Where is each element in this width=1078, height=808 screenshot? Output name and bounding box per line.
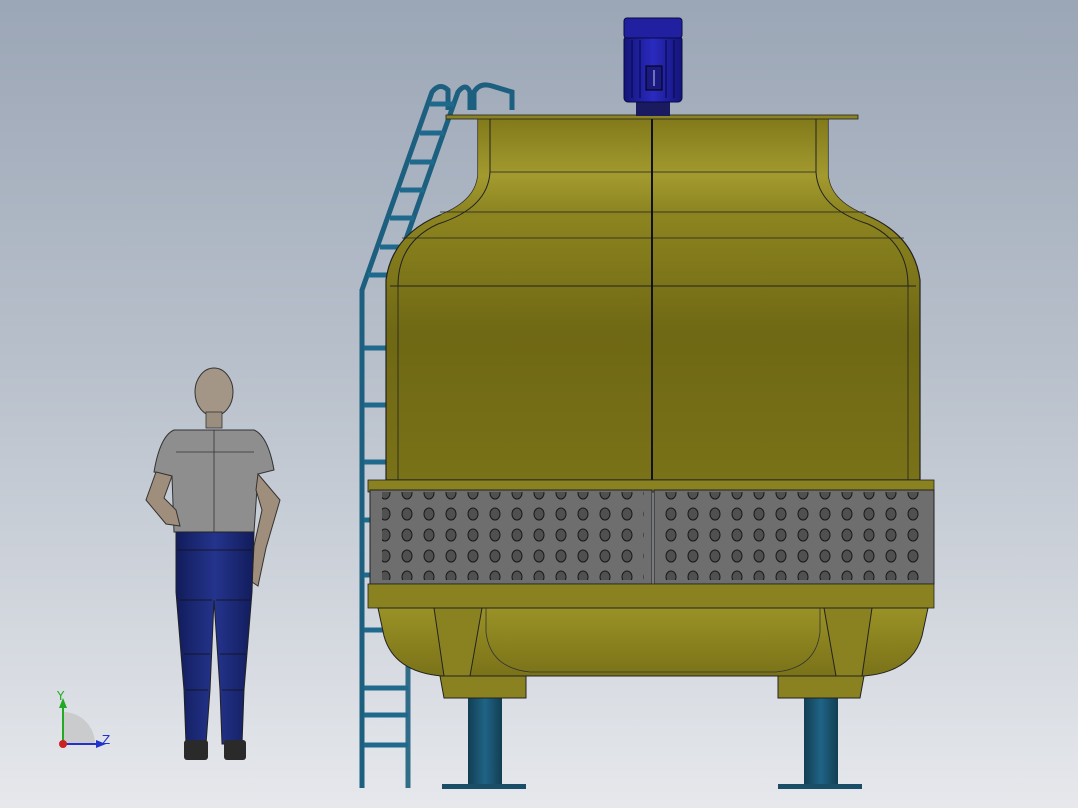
motor-icon — [623, 17, 683, 116]
louver-band — [367, 479, 935, 609]
cooling-tower-model[interactable] — [0, 0, 1078, 808]
tower-shell — [385, 114, 921, 481]
support-legs — [442, 698, 862, 789]
coordinate-triad-icon: Y Z — [56, 689, 110, 748]
water-basin — [377, 607, 929, 699]
triad-y-label: Y — [56, 689, 65, 703]
human-figure-icon — [145, 367, 281, 760]
cad-viewport[interactable]: Y Z — [0, 0, 1078, 808]
triad-z-label: Z — [102, 733, 110, 747]
